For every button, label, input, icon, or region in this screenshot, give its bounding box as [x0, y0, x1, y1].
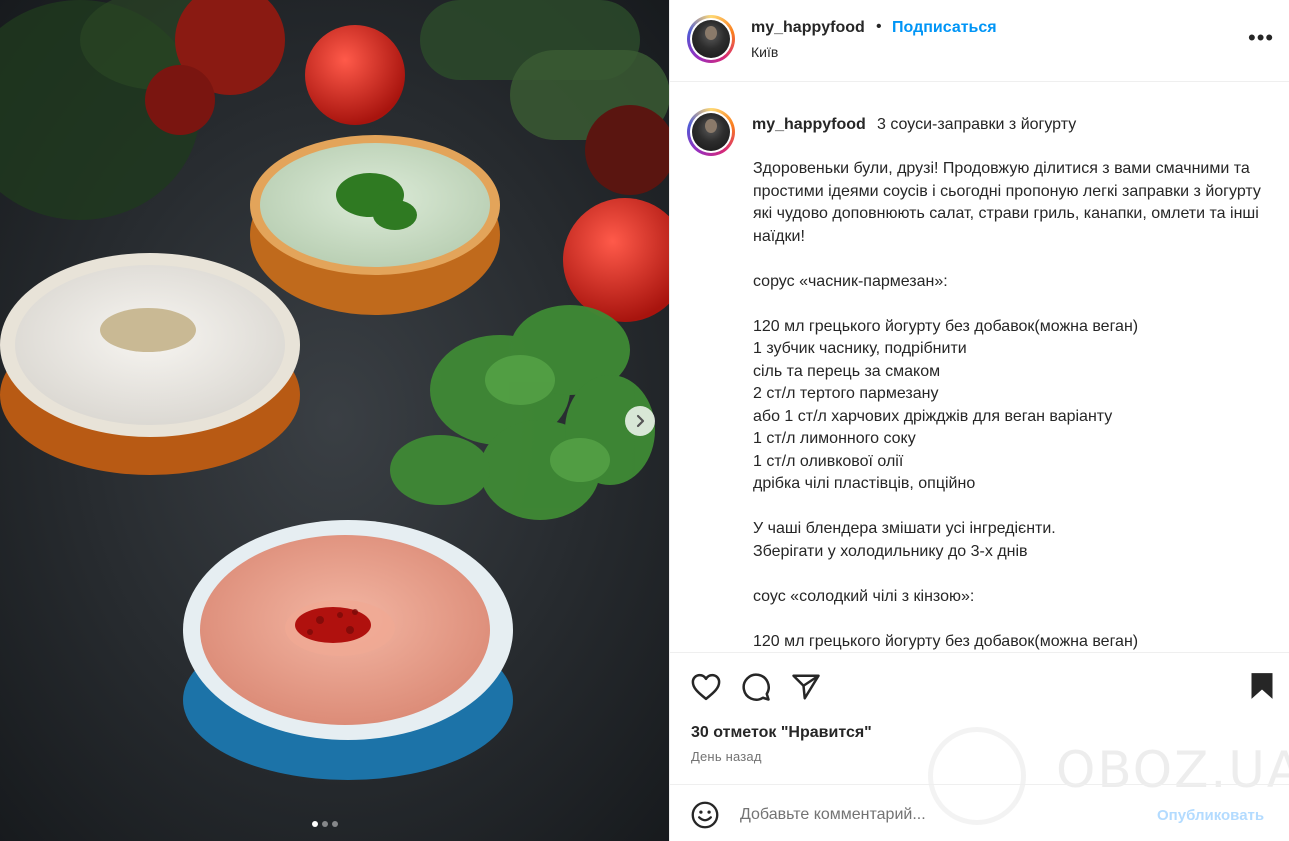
carousel-dot	[312, 821, 318, 827]
caption-username[interactable]: my_happyfood	[752, 116, 866, 134]
heart-icon[interactable]	[691, 673, 721, 701]
caption-avatar[interactable]	[687, 108, 735, 156]
post-time[interactable]: День назад	[691, 749, 762, 764]
carousel-dot	[332, 821, 338, 827]
carousel-indicator	[312, 821, 338, 827]
likes-count[interactable]: 30 отметок "Нравится"	[691, 724, 872, 742]
post-image[interactable]	[0, 0, 669, 841]
avatar[interactable]	[687, 15, 735, 63]
carousel-dot	[322, 821, 328, 827]
comment-input[interactable]: Добавьте комментарий...	[740, 806, 926, 824]
more-options-icon[interactable]: •••	[1248, 27, 1274, 49]
comment-icon[interactable]	[741, 672, 771, 702]
post-sidebar: my_happyfood • Подписаться Київ ••• my_h…	[669, 0, 1289, 841]
food-photo-illustration	[0, 0, 669, 841]
chevron-right-icon	[636, 414, 645, 428]
location-link[interactable]: Київ	[751, 44, 778, 60]
post-actions: OBOZ.UA 30 отметок "Нравится" День назад	[670, 652, 1289, 825]
caption-body: Здоровеньки були, друзі! Продовжую ділит…	[753, 160, 1261, 650]
comment-bar: Добавьте комментарий... Опубликовать	[670, 784, 1289, 841]
follow-button[interactable]: Подписаться	[892, 19, 997, 37]
bookmark-icon[interactable]	[1250, 672, 1274, 700]
share-icon[interactable]	[791, 672, 821, 702]
emoji-icon[interactable]	[691, 801, 719, 829]
publish-button[interactable]: Опубликовать	[1157, 807, 1264, 824]
separator-dot: •	[876, 18, 882, 35]
caption-title: 3 соуси-заправки з йогурту	[877, 116, 1077, 133]
next-image-button[interactable]	[625, 406, 655, 436]
caption-section: my_happyfood 3 соуси-заправки з йогурту …	[670, 83, 1289, 651]
post-header: my_happyfood • Подписаться Київ •••	[670, 0, 1289, 82]
username-link[interactable]: my_happyfood	[751, 19, 865, 37]
